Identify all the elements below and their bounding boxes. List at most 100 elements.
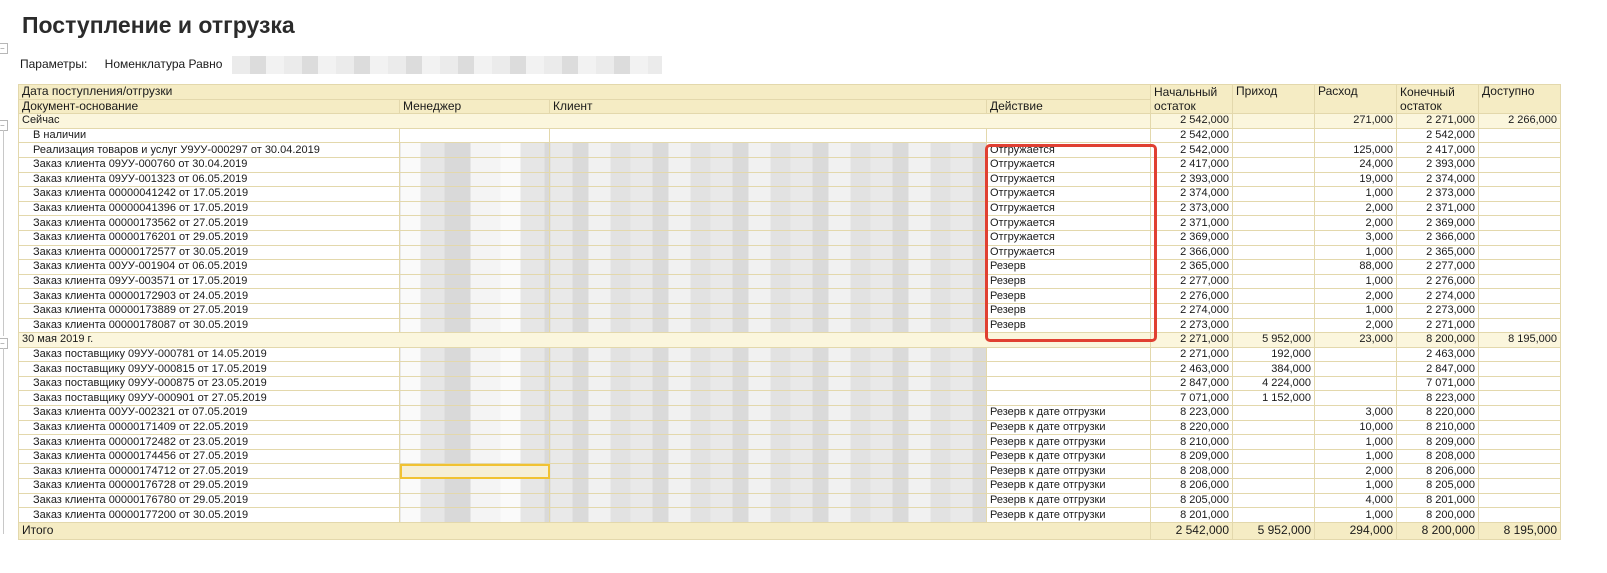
expense-cell[interactable]: 2,000 xyxy=(1314,317,1398,334)
expense-cell[interactable]: 1,000 xyxy=(1314,434,1398,450)
available-cell[interactable] xyxy=(1478,405,1562,421)
expense-cell[interactable]: 4,000 xyxy=(1314,492,1398,509)
expense-cell[interactable]: 19,000 xyxy=(1314,171,1398,188)
action-cell[interactable]: Отгружается xyxy=(985,200,1152,217)
available-cell[interactable] xyxy=(1478,492,1562,509)
end-balance-cell[interactable]: 2 373,000 xyxy=(1396,186,1480,202)
available-cell[interactable] xyxy=(1478,507,1562,523)
document-cell[interactable]: Заказ клиента 00000172903 от 24.05.2019 xyxy=(18,288,400,304)
start-balance-cell[interactable]: 2 277,000 xyxy=(1150,273,1234,290)
action-cell[interactable]: Резерв к дате отгрузки xyxy=(985,434,1152,450)
manager-cell[interactable] xyxy=(399,215,550,231)
available-cell[interactable] xyxy=(1478,448,1562,465)
expense-cell[interactable]: 10,000 xyxy=(1314,419,1398,436)
end-balance-cell[interactable]: 2 274,000 xyxy=(1396,288,1480,304)
document-cell[interactable]: Заказ клиента 00000176728 от 29.05.2019 xyxy=(18,478,400,494)
start-balance-cell[interactable]: 2 374,000 xyxy=(1150,186,1234,202)
income-cell[interactable] xyxy=(1232,156,1316,173)
available-cell[interactable] xyxy=(1478,259,1562,275)
client-cell[interactable] xyxy=(549,186,987,202)
manager-cell[interactable] xyxy=(399,171,550,188)
document-cell[interactable]: В наличии xyxy=(18,127,400,144)
total-label[interactable]: Итого xyxy=(17,521,1152,540)
client-cell[interactable] xyxy=(549,215,987,231)
table-row[interactable]: Заказ клиента 09УУ-003571 от 17.05.2019 Р… xyxy=(18,273,1562,290)
document-cell[interactable]: Заказ клиента 00000172577 от 30.05.2019 xyxy=(18,244,400,261)
action-cell[interactable]: Отгружается xyxy=(985,156,1152,173)
table-row[interactable]: Заказ клиента 00000176728 от 29.05.2019 Р… xyxy=(18,478,1562,494)
available-cell[interactable] xyxy=(1478,156,1562,173)
table-row[interactable]: Заказ клиента 00УУ-002321 от 07.05.2019 Р… xyxy=(18,405,1562,421)
income-cell[interactable] xyxy=(1232,419,1316,436)
document-cell[interactable]: Заказ поставщику 09УУ-000781 от 14.05.20… xyxy=(18,346,400,363)
end-balance-cell[interactable]: 7 071,000 xyxy=(1396,375,1480,392)
income-cell[interactable] xyxy=(1232,229,1316,246)
available-cell[interactable]: 8 195,000 xyxy=(1478,332,1562,348)
start-balance-cell[interactable]: 2 393,000 xyxy=(1150,171,1234,188)
group-label[interactable]: 30 мая 2019 г. xyxy=(17,332,1152,348)
document-cell[interactable]: Заказ клиента 00000177200 от 30.05.2019 xyxy=(18,507,400,523)
end-balance-cell[interactable]: 8 205,000 xyxy=(1396,478,1480,494)
expense-cell[interactable] xyxy=(1314,361,1398,377)
client-cell[interactable] xyxy=(549,229,987,246)
document-cell[interactable]: Заказ поставщику 09УУ-000901 от 27.05.20… xyxy=(18,390,400,407)
client-cell[interactable] xyxy=(549,273,987,290)
total-start[interactable]: 2 542,000 xyxy=(1150,521,1234,540)
income-cell[interactable] xyxy=(1232,302,1316,319)
expense-cell[interactable]: 2,000 xyxy=(1314,463,1398,480)
client-cell[interactable] xyxy=(549,346,987,363)
table-row[interactable]: Заказ поставщику 09УУ-000901 от 27.05.20… xyxy=(18,390,1562,407)
collapse-toggle-icon[interactable]: − xyxy=(0,43,8,54)
expense-cell[interactable]: 3,000 xyxy=(1314,405,1398,421)
table-row[interactable]: Заказ клиента 00000174712 от 27.05.2019 Р… xyxy=(18,463,1562,480)
document-cell[interactable]: Заказ клиента 09УУ-000760 от 30.04.2019 xyxy=(18,156,400,173)
action-cell[interactable]: Резерв xyxy=(985,288,1152,304)
income-cell[interactable] xyxy=(1232,113,1316,129)
action-cell[interactable]: Резерв к дате отгрузки xyxy=(985,405,1152,421)
income-cell[interactable]: 5 952,000 xyxy=(1232,332,1316,348)
manager-cell[interactable] xyxy=(399,507,550,523)
table-row[interactable]: Заказ клиента 00000173889 от 27.05.2019 Р… xyxy=(18,302,1562,319)
document-cell[interactable]: Заказ клиента 00УУ-002321 от 07.05.2019 xyxy=(18,405,400,421)
client-cell[interactable] xyxy=(549,302,987,319)
end-balance-cell[interactable]: 2 417,000 xyxy=(1396,142,1480,158)
end-balance-cell[interactable]: 8 200,000 xyxy=(1396,507,1480,523)
expense-cell[interactable]: 2,000 xyxy=(1314,200,1398,217)
action-cell[interactable]: Отгружается xyxy=(985,215,1152,231)
start-balance-cell[interactable]: 2 273,000 xyxy=(1150,317,1234,334)
action-cell[interactable]: Отгружается xyxy=(985,186,1152,202)
manager-cell[interactable] xyxy=(399,186,550,202)
table-row[interactable]: Заказ клиента 00000172482 от 23.05.2019 Р… xyxy=(18,434,1562,450)
income-cell[interactable] xyxy=(1232,507,1316,523)
start-balance-cell[interactable]: 2 542,000 xyxy=(1150,142,1234,158)
client-cell[interactable] xyxy=(549,361,987,377)
start-balance-cell[interactable]: 8 201,000 xyxy=(1150,507,1234,523)
end-balance-cell[interactable]: 8 223,000 xyxy=(1396,390,1480,407)
document-cell[interactable]: Заказ клиента 09УУ-001323 от 06.05.2019 xyxy=(18,171,400,188)
available-cell[interactable] xyxy=(1478,375,1562,392)
client-cell[interactable] xyxy=(549,463,987,480)
action-cell[interactable]: Резерв к дате отгрузки xyxy=(985,492,1152,509)
action-cell[interactable]: Резерв xyxy=(985,317,1152,334)
client-cell[interactable] xyxy=(549,156,987,173)
income-cell[interactable]: 4 224,000 xyxy=(1232,375,1316,392)
table-row[interactable]: Реализация товаров и услуг У9УУ-000297 о… xyxy=(18,142,1562,158)
action-cell[interactable]: Отгружается xyxy=(985,142,1152,158)
manager-cell[interactable] xyxy=(399,375,550,392)
client-cell[interactable] xyxy=(549,419,987,436)
action-cell[interactable]: Резерв к дате отгрузки xyxy=(985,448,1152,465)
table-row[interactable]: Заказ поставщику 09УУ-000815 от 17.05.20… xyxy=(18,361,1562,377)
available-cell[interactable] xyxy=(1478,229,1562,246)
client-cell[interactable] xyxy=(549,434,987,450)
income-cell[interactable] xyxy=(1232,186,1316,202)
document-cell[interactable]: Заказ клиента 00000178087 от 30.05.2019 xyxy=(18,317,400,334)
total-row[interactable]: Итого 2 542,000 5 952,000 294,000 8 200,000 8… xyxy=(17,521,1562,540)
table-row[interactable]: Заказ клиента 00000177200 от 30.05.2019 Р… xyxy=(18,507,1562,523)
client-cell[interactable] xyxy=(549,448,987,465)
action-cell[interactable]: Отгружается xyxy=(985,229,1152,246)
expense-cell[interactable] xyxy=(1314,346,1398,363)
expense-cell[interactable]: 1,000 xyxy=(1314,244,1398,261)
end-balance-cell[interactable]: 2 271,000 xyxy=(1396,317,1480,334)
income-cell[interactable] xyxy=(1232,244,1316,261)
income-cell[interactable]: 1 152,000 xyxy=(1232,390,1316,407)
